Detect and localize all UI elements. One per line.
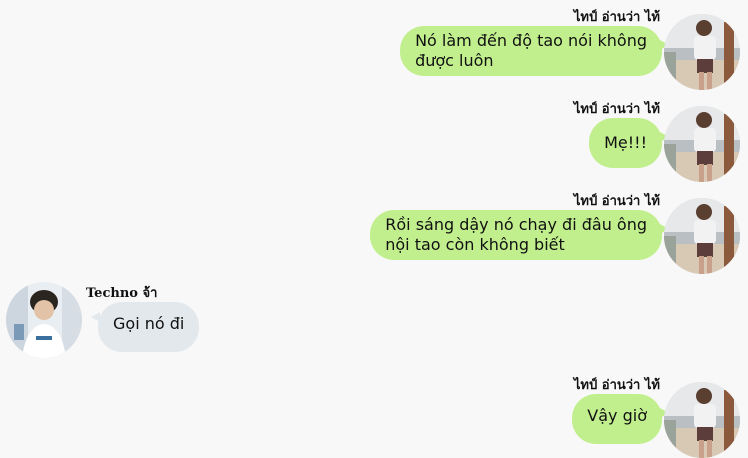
sender-name: ไทป์ อ่านว่า ไท้ [573, 194, 660, 209]
avatar[interactable] [664, 14, 740, 90]
portrait-photo-avatar-icon [6, 282, 82, 358]
chat-message-incoming: Techno จ้า Gọi nó đi [0, 282, 748, 362]
message-text-line: nội tao còn không biết [385, 235, 565, 254]
avatar[interactable] [664, 198, 740, 274]
avatar[interactable] [664, 106, 740, 182]
message-bubble[interactable]: Gọi nó đi [90, 302, 200, 352]
chat-message-outgoing: ไทป์ อ่านว่า ไท้ Mẹ!!! [0, 98, 748, 182]
message-text-line: Nó làm đến độ tao nói không [415, 31, 647, 50]
beach-photo-avatar-icon [664, 198, 740, 274]
beach-photo-avatar-icon [664, 14, 740, 90]
message-text-line: Gọi nó đi [113, 314, 185, 333]
avatar[interactable] [664, 382, 740, 458]
beach-photo-avatar-icon [664, 106, 740, 182]
beach-photo-avatar-icon [664, 382, 740, 458]
message-bubble[interactable]: Mẹ!!! [589, 118, 669, 168]
sender-name: ไทป์ อ่านว่า ไท้ [573, 102, 660, 117]
message-text-line: được luôn [415, 51, 494, 70]
chat-message-outgoing: ไทป์ อ่านว่า ไท้ Nó làm đến độ tao nói k… [0, 6, 748, 90]
avatar[interactable] [6, 282, 82, 358]
chat-message-outgoing: ไทป์ อ่านว่า ไท้ Vậy giờ [0, 374, 748, 458]
message-text-line: Mẹ!!! [604, 133, 647, 152]
message-bubble[interactable]: Vậy giờ [572, 394, 669, 444]
sender-name: Techno จ้า [86, 286, 158, 301]
message-text-line: Vậy giờ [587, 406, 647, 425]
chat-message-outgoing: ไทป์ อ่านว่า ไท้ Rồi sáng dậy nó chạy đi… [0, 190, 748, 274]
sender-name: ไทป์ อ่านว่า ไท้ [573, 378, 660, 393]
message-bubble[interactable]: Nó làm đến độ tao nói không được luôn [400, 26, 669, 76]
message-text-line: Rồi sáng dậy nó chạy đi đâu ông [385, 215, 647, 234]
sender-name: ไทป์ อ่านว่า ไท้ [573, 10, 660, 25]
message-bubble[interactable]: Rồi sáng dậy nó chạy đi đâu ông nội tao … [370, 210, 669, 260]
